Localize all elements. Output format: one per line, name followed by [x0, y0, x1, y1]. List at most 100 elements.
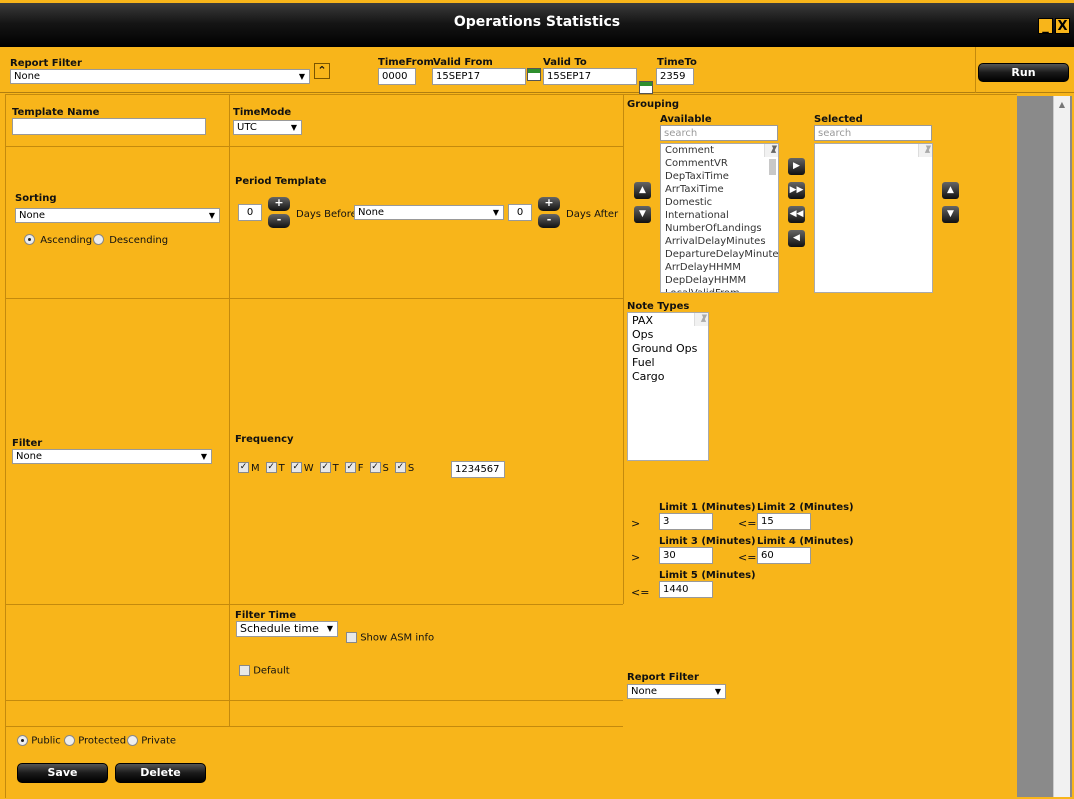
move-up-icon[interactable]: ▲	[634, 182, 651, 199]
scrollbar[interactable]: ▲ ▼	[694, 313, 708, 326]
list-item[interactable]: Cargo	[630, 370, 708, 384]
checkbox-icon[interactable]	[239, 665, 250, 676]
scroll-thumb[interactable]	[769, 159, 776, 175]
remove-arrow-icon[interactable]: ◀	[788, 230, 805, 247]
list-item[interactable]: DepTaxiTime	[663, 170, 778, 183]
days-before-plus-button[interactable]: +	[268, 197, 290, 211]
frequency-day-option[interactable]: ✓ S	[369, 462, 389, 474]
chevron-down-icon: ▼	[298, 72, 305, 81]
selected-list[interactable]: ▲ ▼	[814, 143, 933, 293]
time-from-input[interactable]: 0000	[378, 68, 416, 85]
scroll-up-icon[interactable]: ▲	[1054, 100, 1070, 109]
list-item[interactable]: DepDelayHHMM	[663, 274, 778, 287]
timemode-select[interactable]: UTC ▼	[233, 120, 302, 135]
checkbox-icon[interactable]	[346, 632, 357, 643]
limit3-input[interactable]: 30	[659, 547, 713, 564]
collapse-up-icon[interactable]: ⌃	[314, 63, 330, 79]
list-item[interactable]: International	[663, 209, 778, 222]
visibility-protected-option[interactable]: Protected	[64, 735, 126, 747]
radio-selected-icon[interactable]	[17, 735, 28, 746]
frequency-day-option[interactable]: ✓ T	[265, 462, 285, 474]
show-asm-option[interactable]: Show ASM info	[346, 632, 434, 644]
list-item[interactable]: ArrivalDelayMinutes	[663, 235, 778, 248]
selected-move-down-icon[interactable]: ▼	[942, 206, 959, 223]
filter-select[interactable]: None ▼	[12, 449, 212, 464]
frequency-input[interactable]: 1234567	[451, 461, 505, 478]
visibility-public-option[interactable]: Public	[17, 735, 61, 747]
valid-to-input[interactable]: 15SEP17	[543, 68, 637, 85]
checkbox-checked-icon[interactable]: ✓	[290, 462, 302, 473]
radio-icon[interactable]	[64, 735, 75, 746]
close-button[interactable]: X	[1055, 18, 1070, 34]
days-before-minus-button[interactable]: -	[268, 214, 290, 228]
scroll-down-icon[interactable]: ▼	[921, 144, 932, 155]
sort-descending-option[interactable]: Descending	[93, 234, 168, 246]
frequency-day-option[interactable]: ✓ S	[394, 462, 414, 474]
scroll-down-icon[interactable]: ▼	[767, 144, 778, 155]
list-item[interactable]: CommentVR	[663, 157, 778, 170]
radio-icon[interactable]	[93, 234, 104, 245]
note-types-list[interactable]: PAX Ops Ground Ops Fuel Cargo ▲ ▼	[627, 312, 709, 461]
scrollbar[interactable]: ▲	[1053, 96, 1070, 797]
radio-selected-icon[interactable]	[24, 234, 35, 245]
minimize-button[interactable]: _	[1038, 18, 1053, 34]
sort-ascending-option[interactable]: Ascending	[24, 234, 92, 246]
frequency-day-option[interactable]: ✓ T	[319, 462, 339, 474]
limit5-input[interactable]: 1440	[659, 581, 713, 598]
limit4-input[interactable]: 60	[757, 547, 811, 564]
checkbox-checked-icon[interactable]: ✓	[238, 462, 249, 473]
add-all-arrow-icon[interactable]: ▶▶	[788, 182, 805, 199]
limit2-input[interactable]: 15	[757, 513, 811, 530]
list-item[interactable]: ArrTaxiTime	[663, 183, 778, 196]
delete-button[interactable]: Delete	[115, 763, 206, 783]
days-before-input[interactable]: 0	[238, 204, 262, 221]
remove-all-arrow-icon[interactable]: ◀◀	[788, 206, 805, 223]
scrollbar[interactable]: ▲ ▼	[918, 144, 932, 157]
list-item[interactable]: LocalValidFrom	[663, 287, 778, 292]
limit1-input[interactable]: 3	[659, 513, 713, 530]
period-template-select[interactable]: None ▼	[354, 205, 504, 220]
calendar-icon[interactable]	[527, 68, 541, 81]
valid-from-input[interactable]: 15SEP17	[432, 68, 526, 85]
report-filter-select[interactable]: None ▼	[10, 69, 310, 84]
add-arrow-icon[interactable]: ▶	[788, 158, 805, 175]
days-after-plus-button[interactable]: +	[538, 197, 560, 211]
frequency-day-option[interactable]: ✓ W	[290, 462, 314, 474]
time-to-input[interactable]: 2359	[656, 68, 694, 85]
radio-icon[interactable]	[127, 735, 138, 746]
filter-time-select[interactable]: Schedule time ▼	[236, 621, 338, 637]
timemode-label: TimeMode	[233, 107, 292, 118]
available-search-input[interactable]: search	[660, 125, 778, 141]
available-list[interactable]: Comment CommentVR DepTaxiTime ArrTaxiTime Do…	[660, 143, 779, 293]
checkbox-checked-icon[interactable]: ✓	[344, 462, 356, 473]
save-button[interactable]: Save	[17, 763, 108, 783]
run-button[interactable]: Run	[978, 63, 1069, 82]
checkbox-checked-icon[interactable]: ✓	[369, 462, 381, 473]
list-item[interactable]: Domestic	[663, 196, 778, 209]
list-item[interactable]: Comment	[663, 144, 778, 157]
frequency-day-option[interactable]: ✓ M	[238, 462, 260, 474]
checkbox-checked-icon[interactable]: ✓	[394, 462, 406, 473]
template-name-input[interactable]	[12, 118, 206, 135]
list-item[interactable]: NumberOfLandings	[663, 222, 778, 235]
days-after-minus-button[interactable]: -	[538, 214, 560, 228]
sorting-select[interactable]: None ▼	[15, 208, 220, 223]
list-item[interactable]: Fuel	[630, 356, 708, 370]
default-option[interactable]: Default	[239, 665, 290, 677]
scroll-down-icon[interactable]: ▼	[697, 313, 708, 324]
selected-move-up-icon[interactable]: ▲	[942, 182, 959, 199]
report-filter-bottom-select[interactable]: None ▼	[627, 684, 726, 699]
list-item[interactable]: ArrDelayHHMM	[663, 261, 778, 274]
selected-search-input[interactable]: search	[814, 125, 932, 141]
list-item[interactable]: Ops	[630, 328, 708, 342]
list-item[interactable]: DepartureDelayMinute	[663, 248, 778, 261]
scrollbar[interactable]: ▲ ▼	[764, 144, 778, 175]
days-after-input[interactable]: 0	[508, 204, 532, 221]
visibility-private-option[interactable]: Private	[127, 735, 176, 747]
list-item[interactable]: Ground Ops	[630, 342, 708, 356]
checkbox-checked-icon[interactable]: ✓	[265, 462, 277, 473]
frequency-day-option[interactable]: ✓ F	[344, 462, 364, 474]
checkbox-checked-icon[interactable]: ✓	[319, 462, 331, 473]
calendar-icon[interactable]	[639, 81, 653, 94]
move-down-icon[interactable]: ▼	[634, 206, 651, 223]
